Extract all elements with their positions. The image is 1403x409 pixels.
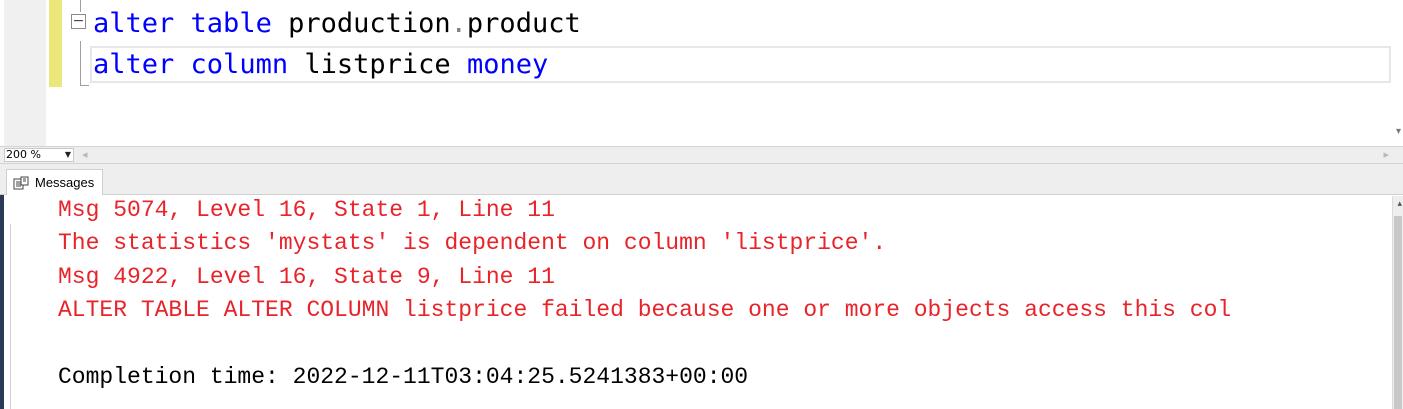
outline-line (80, 41, 81, 86)
editor-gutter (4, 0, 46, 146)
completion-time: Completion time: 2022-12-11T03:04:25.524… (58, 364, 749, 390)
scroll-down-icon[interactable]: ▾ (1396, 126, 1401, 137)
results-tab-strip: Messages (0, 164, 1403, 195)
schema-name: production (288, 8, 451, 39)
tab-messages[interactable]: Messages (6, 169, 104, 195)
code-line-2[interactable]: alter column listprice money (93, 47, 548, 83)
message-line: ALTER TABLE ALTER COLUMN listprice faile… (58, 297, 1232, 323)
pane-border (10, 224, 11, 409)
outline-line (80, 0, 81, 12)
outline-line-end (80, 85, 89, 86)
message-line: Msg 5074, Level 16, State 1, Line 11 (58, 197, 555, 223)
scroll-up-icon[interactable]: ▴ (1397, 199, 1402, 209)
keyword: table (190, 8, 272, 39)
zoom-bar: 200 % ▼ ◂ ▸ (0, 146, 1403, 164)
scrollbar-thumb[interactable] (1394, 216, 1402, 409)
tab-label: Messages (35, 175, 95, 190)
scroll-left-icon[interactable]: ◂ (82, 148, 88, 161)
dot-separator: . (450, 8, 467, 39)
keyword: alter (93, 8, 175, 39)
messages-icon (13, 176, 29, 189)
zoom-dropdown[interactable]: 200 % ▼ (4, 148, 74, 162)
chevron-down-icon: ▼ (64, 150, 71, 159)
message-line: Msg 4922, Level 16, State 9, Line 11 (58, 264, 555, 290)
keyword: column (190, 49, 289, 80)
message-line: The statistics 'mystats' is dependent on… (58, 230, 887, 256)
code-line-1[interactable]: alter table production.product (93, 6, 581, 42)
keyword: alter (93, 49, 175, 80)
column-name: listprice (304, 49, 451, 80)
collapse-icon[interactable]: − (71, 14, 86, 29)
zoom-value: 200 % (6, 148, 41, 161)
query-editor[interactable]: − alter table production.product alter c… (0, 0, 1403, 146)
scroll-right-icon[interactable]: ▸ (1383, 148, 1389, 161)
change-tracking-bar (49, 0, 62, 87)
data-type: money (466, 49, 549, 80)
table-name: product (466, 8, 581, 39)
